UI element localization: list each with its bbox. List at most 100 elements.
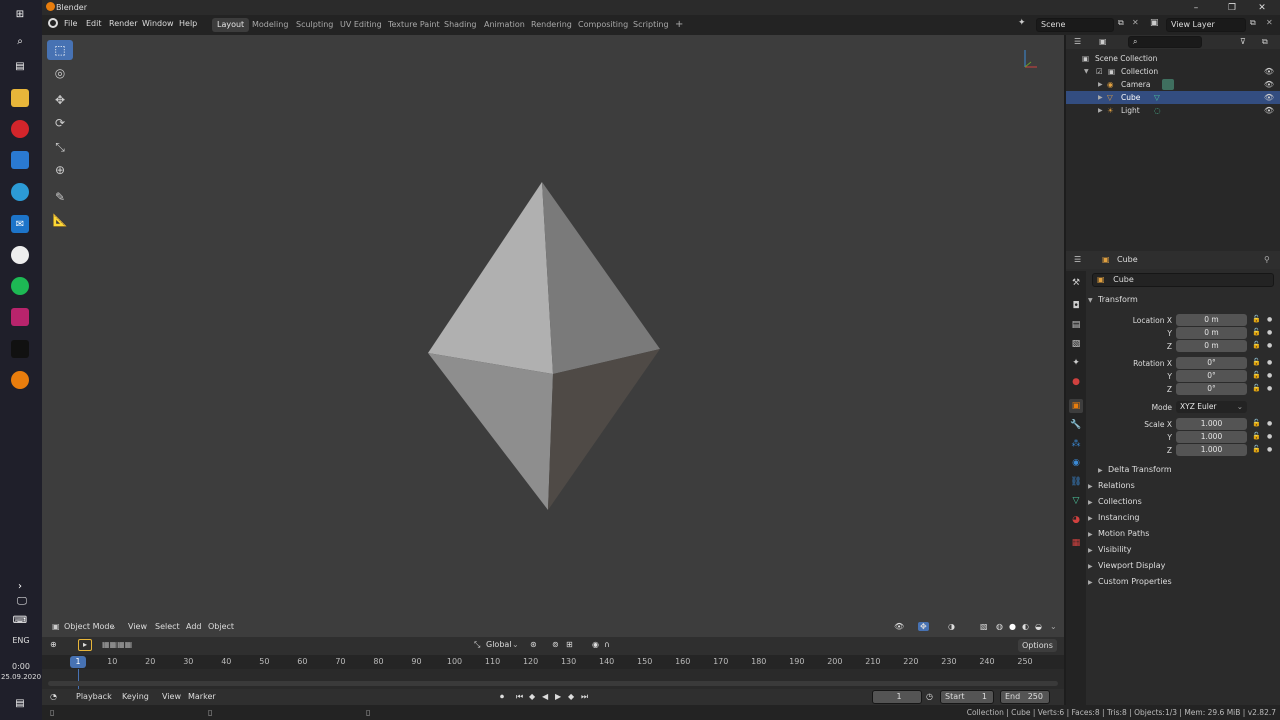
viewport-display-panel-header[interactable]: ▶ Viewport Display: [1088, 559, 1280, 573]
play-icon[interactable]: ▶: [555, 692, 561, 701]
visibility-eye-icon[interactable]: 👁: [1264, 104, 1274, 117]
menu-window[interactable]: Window: [142, 19, 174, 28]
lock-icon[interactable]: 🔓: [1252, 328, 1261, 336]
visibility-panel-header[interactable]: ▶ Visibility: [1088, 543, 1280, 557]
chevron-down-icon[interactable]: ⌄: [110, 622, 117, 631]
viewport-menu-object[interactable]: Object: [208, 622, 234, 631]
world-tab-icon[interactable]: ●: [1069, 375, 1083, 389]
opera-icon[interactable]: [11, 120, 29, 138]
lock-icon[interactable]: 🔓: [1252, 384, 1261, 392]
network-volume-icon[interactable]: 🖵: [11, 592, 33, 610]
options-dropdown[interactable]: Options: [1018, 639, 1057, 652]
unity-icon[interactable]: [11, 340, 29, 358]
rotation-x-field[interactable]: 0°: [1176, 357, 1247, 369]
editor-type-icon[interactable]: ☰: [1074, 37, 1081, 46]
timeline-view-menu[interactable]: View: [162, 692, 181, 701]
scene-icon[interactable]: ✦: [1018, 18, 1026, 28]
keyframe-dot-icon[interactable]: ●: [1267, 329, 1272, 336]
scene-field[interactable]: Scene: [1036, 18, 1114, 32]
clock-date[interactable]: 25.09.2020: [0, 673, 42, 681]
overlays-icon[interactable]: ◑: [948, 622, 955, 631]
timeline-scrollbar[interactable]: [48, 681, 1058, 686]
view-layer-field[interactable]: View Layer: [1166, 18, 1246, 32]
view-layer-tab-icon[interactable]: ▧: [1069, 337, 1083, 351]
editor-type-icon[interactable]: ☰: [1074, 255, 1081, 264]
tab-layout[interactable]: Layout: [212, 18, 250, 32]
lock-icon[interactable]: 🔓: [1252, 445, 1261, 453]
view-layer-icon[interactable]: ▣: [1150, 18, 1159, 28]
tab-sculpting[interactable]: Sculpting: [291, 18, 338, 32]
timeline-track[interactable]: [42, 669, 1064, 689]
play-reverse-icon[interactable]: ◀: [542, 692, 548, 701]
keyframe-dot-icon[interactable]: ●: [1267, 342, 1272, 349]
scene-tab-icon[interactable]: ✦: [1069, 356, 1083, 370]
keyframe-dot-icon[interactable]: ●: [1267, 385, 1272, 392]
language-indicator[interactable]: ENG: [0, 636, 42, 645]
move-tool-icon[interactable]: ✥: [47, 90, 73, 110]
lock-icon[interactable]: 🔓: [1252, 419, 1261, 427]
expand-arrow-icon[interactable]: ▼: [1084, 65, 1089, 78]
visibility-eye-icon[interactable]: 👁: [1264, 78, 1274, 91]
output-tab-icon[interactable]: ▤: [1069, 318, 1083, 332]
wireframe-shading-icon[interactable]: ◍: [996, 622, 1003, 631]
menu-render[interactable]: Render: [109, 19, 137, 28]
modifier-tab-icon[interactable]: 🔧: [1069, 418, 1083, 432]
physics-tab-icon[interactable]: ◉: [1069, 456, 1083, 470]
maximize-button[interactable]: ❐: [1218, 0, 1246, 15]
play-mode-icon[interactable]: ▸: [78, 639, 92, 651]
view-layer-remove-icon[interactable]: ✕: [1266, 18, 1273, 27]
object-data-tab-icon[interactable]: ▽: [1069, 494, 1083, 508]
location-z-field[interactable]: 0 m: [1176, 340, 1247, 352]
telegram-icon[interactable]: [11, 183, 29, 201]
rotation-y-field[interactable]: 0°: [1176, 370, 1247, 382]
keyframe-dot-icon[interactable]: ●: [1267, 433, 1272, 440]
rendered-shading-icon[interactable]: ◒: [1035, 622, 1042, 631]
menu-edit[interactable]: Edit: [86, 19, 102, 28]
lock-icon[interactable]: 🔓: [1252, 315, 1261, 323]
viewport-menu-select[interactable]: Select: [155, 622, 180, 631]
slack-icon[interactable]: [11, 246, 29, 264]
minimize-button[interactable]: –: [1182, 0, 1210, 15]
timeline-ruler[interactable]: 1 10 20 30 40 50 60 70 80 90 100 110 120 130 140 150 160…: [42, 655, 1064, 669]
outliner-item-light[interactable]: ▶ ☀ Light ◌ 👁: [1066, 104, 1280, 117]
tab-modeling[interactable]: Modeling: [247, 18, 293, 32]
texture-tab-icon[interactable]: ▦: [1069, 536, 1083, 550]
keying-menu[interactable]: Keying: [122, 692, 149, 701]
display-mode-icon[interactable]: ▣: [1099, 37, 1107, 46]
marker-menu[interactable]: Marker: [188, 692, 216, 701]
pivot-icon[interactable]: ⊛: [530, 640, 537, 649]
current-frame-field[interactable]: 1: [872, 690, 922, 704]
visibility-eye-icon[interactable]: 👁: [1264, 65, 1274, 78]
checkbox-icon[interactable]: ☑: [1096, 65, 1103, 78]
add-workspace-button[interactable]: +: [670, 18, 688, 32]
keyframe-dot-icon[interactable]: ●: [1267, 446, 1272, 453]
snap-target-icon[interactable]: ⊞: [566, 640, 573, 649]
new-collection-icon[interactable]: ⧉: [1262, 37, 1268, 47]
jump-end-icon[interactable]: ⏭: [581, 692, 588, 702]
motion-paths-panel-header[interactable]: ▶ Motion Paths: [1088, 527, 1280, 541]
clock-time[interactable]: 0:00: [0, 662, 42, 671]
outliner-collection[interactable]: ▼ ☑ ▣ Collection 👁: [1066, 65, 1280, 78]
delta-transform-panel-header[interactable]: ▶ Delta Transform: [1098, 463, 1278, 477]
pin-icon[interactable]: ⚲: [1264, 255, 1270, 264]
tab-rendering[interactable]: Rendering: [526, 18, 577, 32]
expand-arrow-icon[interactable]: ▶: [1098, 104, 1103, 117]
playback-menu[interactable]: Playback: [76, 692, 112, 701]
rotate-tool-icon[interactable]: ⟳: [47, 113, 73, 133]
particles-tab-icon[interactable]: ⁂: [1069, 437, 1083, 451]
mail-icon[interactable]: ✉: [11, 215, 29, 233]
navigation-gizmo-icon[interactable]: [1017, 45, 1047, 75]
end-frame-field[interactable]: End 250: [1000, 690, 1050, 704]
keyframe-dot-icon[interactable]: ●: [1267, 316, 1272, 323]
xray-icon[interactable]: ▧: [980, 622, 988, 631]
material-tab-icon[interactable]: ◕: [1069, 513, 1083, 527]
location-y-field[interactable]: 0 m: [1176, 327, 1247, 339]
rotation-mode-dropdown[interactable]: XYZ Euler ⌄: [1176, 401, 1247, 413]
view-layer-copy-icon[interactable]: ⧉: [1250, 18, 1256, 28]
notifications-icon[interactable]: ▤: [11, 694, 29, 712]
constraints-tab-icon[interactable]: ⛓: [1069, 475, 1083, 489]
outliner-item-cube[interactable]: ▶ ▽ Cube ▽ 👁: [1066, 91, 1280, 104]
scale-y-field[interactable]: 1.000: [1176, 431, 1247, 443]
lock-icon[interactable]: 🔓: [1252, 432, 1261, 440]
blender-menu-icon[interactable]: [48, 18, 58, 28]
